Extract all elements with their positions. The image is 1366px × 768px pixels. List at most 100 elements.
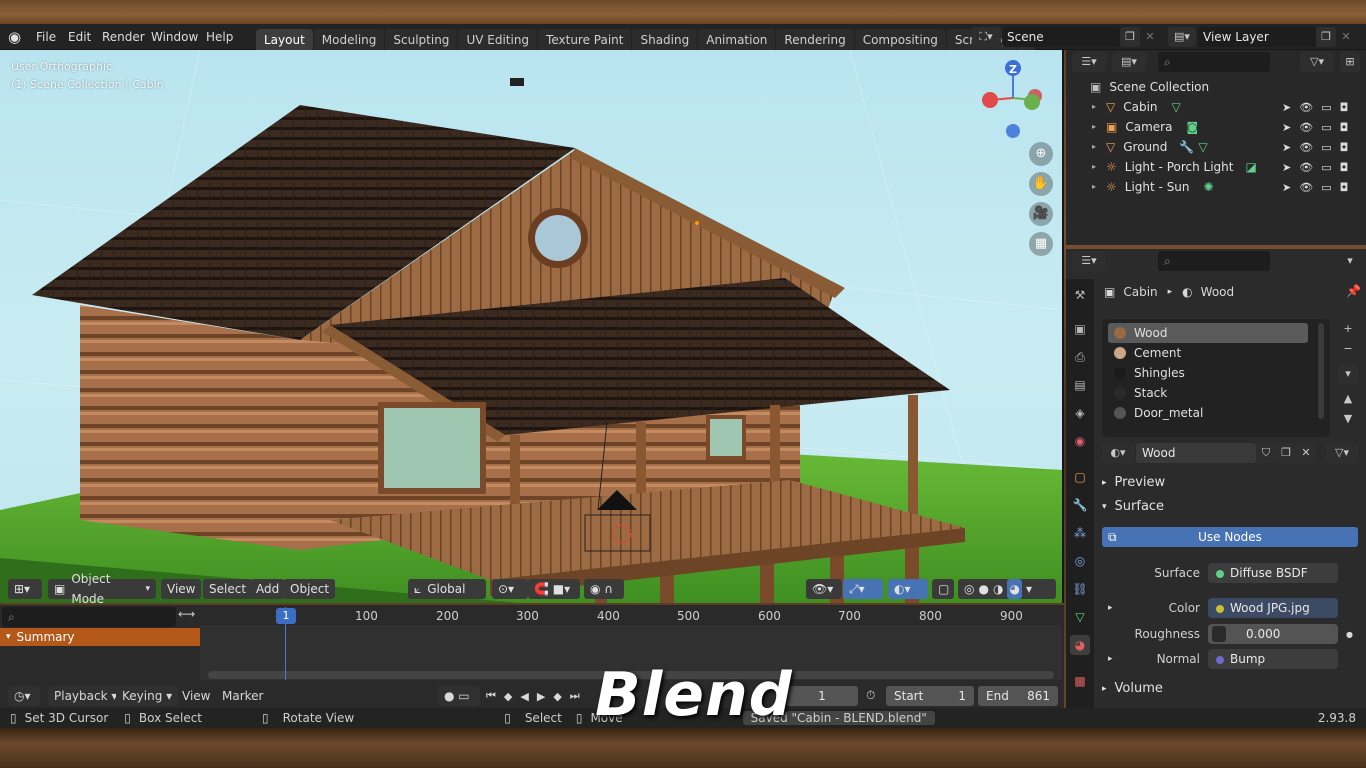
material-slot-shingles[interactable]: Shingles bbox=[1108, 363, 1308, 383]
keying-menu[interactable]: Keying ▾ bbox=[116, 686, 179, 706]
duplicate-material-icon[interactable]: ❐ bbox=[1276, 443, 1296, 463]
tab-texture-paint[interactable]: Texture Paint bbox=[538, 29, 632, 51]
grid-ortho-icon[interactable]: ▦ bbox=[1029, 232, 1053, 256]
proportional-edit-icon[interactable]: ◉ ∩ bbox=[584, 579, 624, 599]
render-camera-icon[interactable]: ◘ bbox=[1340, 161, 1349, 174]
tab-shading[interactable]: Shading bbox=[632, 29, 698, 51]
remove-slot-icon[interactable]: − bbox=[1338, 339, 1358, 359]
timeline-search-input[interactable]: ⌕ bbox=[2, 607, 176, 627]
output-tab-icon[interactable]: ⎙ bbox=[1070, 347, 1090, 367]
physics-tab-icon[interactable]: ◎ bbox=[1070, 551, 1090, 571]
pivot-point-icon[interactable]: ⊙▾ bbox=[492, 579, 528, 599]
current-frame-field[interactable]: 1 bbox=[786, 686, 858, 706]
pan-hand-icon[interactable]: ✋ bbox=[1029, 172, 1053, 196]
material-slot-stack[interactable]: Stack bbox=[1108, 383, 1308, 403]
expand-arrow-icon[interactable]: ▸ bbox=[1108, 654, 1113, 664]
properties-options-icon[interactable]: ▾ bbox=[1340, 251, 1360, 271]
unlink-material-icon[interactable]: ✕ bbox=[1296, 443, 1316, 463]
new-collection-icon[interactable]: ⊞ bbox=[1340, 52, 1360, 72]
roughness-field[interactable]: 0.000 bbox=[1208, 624, 1338, 644]
prev-keyframe-icon[interactable]: ◆ bbox=[504, 690, 512, 703]
preview-panel-header[interactable]: ▸ Preview bbox=[1102, 472, 1360, 494]
stopwatch-icon[interactable]: ⏱ bbox=[866, 688, 875, 703]
object-mode-dropdown[interactable]: ▣ Object Mode ▾ bbox=[48, 572, 156, 603]
scene-name-field[interactable]: Scene bbox=[1002, 27, 1120, 47]
move-slot-down-icon[interactable]: ▼ bbox=[1338, 409, 1358, 429]
menu-file[interactable]: File bbox=[30, 24, 62, 50]
visibility-eye-icon[interactable]: 👁 bbox=[1299, 181, 1313, 194]
surface-panel-header[interactable]: ▾ Surface bbox=[1102, 496, 1360, 518]
world-tab-icon[interactable]: ◉ bbox=[1070, 431, 1090, 451]
pin-icon[interactable]: 📌 bbox=[1346, 284, 1361, 298]
playback-menu[interactable]: Playback ▾ bbox=[48, 686, 124, 706]
viewport-display-icon[interactable]: ▭ bbox=[1321, 101, 1331, 114]
selectable-icon[interactable]: ➤ bbox=[1282, 141, 1291, 154]
menu-edit[interactable]: Edit bbox=[62, 24, 97, 50]
timeline-marker-menu[interactable]: Marker bbox=[216, 686, 269, 706]
swap-arrows-icon[interactable]: ⟷ bbox=[178, 607, 195, 621]
tab-sculpting[interactable]: Sculpting bbox=[385, 29, 458, 51]
fake-user-shield-icon[interactable]: ⛉ bbox=[1256, 443, 1276, 463]
move-slot-up-icon[interactable]: ▲ bbox=[1338, 389, 1358, 409]
end-frame-field[interactable]: End 861 bbox=[978, 686, 1058, 706]
menu-render[interactable]: Render bbox=[96, 24, 151, 50]
play-reverse-icon[interactable]: ◀ bbox=[520, 690, 528, 703]
normal-field[interactable]: Bump bbox=[1208, 649, 1338, 669]
volume-panel-header[interactable]: ▸ Volume bbox=[1102, 678, 1360, 700]
timeline-view-menu[interactable]: View bbox=[176, 686, 216, 706]
properties-search-input[interactable]: ⌕ bbox=[1158, 251, 1270, 271]
tab-uv-editing[interactable]: UV Editing bbox=[458, 29, 538, 51]
display-mode-icon[interactable]: ▤▾ bbox=[1112, 52, 1146, 72]
next-keyframe-icon[interactable]: ◆ bbox=[553, 690, 561, 703]
selectable-icon[interactable]: ➤ bbox=[1282, 101, 1291, 114]
material-shading-icon[interactable]: ◑ bbox=[993, 579, 1003, 599]
tab-layout[interactable]: Layout bbox=[256, 29, 313, 51]
particles-tab-icon[interactable]: ⁂ bbox=[1070, 523, 1090, 543]
outliner-editor-type-icon[interactable]: ☰▾ bbox=[1072, 52, 1106, 72]
tool-tab-icon[interactable]: ⚒ bbox=[1070, 285, 1090, 305]
properties-editor-type-icon[interactable]: ☰▾ bbox=[1072, 251, 1106, 271]
data-tab-icon[interactable]: ▽ bbox=[1070, 607, 1090, 627]
object-tab-icon[interactable]: ▢ bbox=[1070, 467, 1090, 487]
xray-toggle-icon[interactable]: ▢ bbox=[932, 579, 954, 599]
selectable-icon[interactable]: ➤ bbox=[1282, 161, 1291, 174]
slots-scrollbar[interactable] bbox=[1318, 323, 1324, 419]
material-tab-icon[interactable]: ◕ bbox=[1070, 635, 1090, 655]
menu-window[interactable]: Window bbox=[145, 24, 204, 50]
visibility-icon[interactable]: 👁▾ bbox=[806, 579, 842, 599]
menu-help[interactable]: Help bbox=[200, 24, 239, 50]
solid-shading-icon[interactable]: ● bbox=[978, 579, 988, 599]
view-layer-tab-icon[interactable]: ▤ bbox=[1070, 375, 1090, 395]
tab-animation[interactable]: Animation bbox=[698, 29, 776, 51]
viewport-menu-add[interactable]: Add bbox=[250, 579, 286, 599]
visibility-eye-icon[interactable]: 👁 bbox=[1299, 121, 1313, 134]
start-frame-field[interactable]: Start 1 bbox=[886, 686, 974, 706]
scene-tab-icon[interactable]: ◈ bbox=[1070, 403, 1090, 423]
view-layer-field[interactable]: View Layer bbox=[1198, 27, 1316, 47]
outliner-root-row[interactable]: ▣ Scene Collection bbox=[1066, 77, 1366, 97]
expand-arrow-icon[interactable]: ▸ bbox=[1092, 117, 1096, 137]
camera-view-icon[interactable]: 🎥 bbox=[1029, 202, 1053, 226]
snap-toggle-icon[interactable]: 🧲 ■▾ bbox=[528, 579, 580, 599]
filter-icon[interactable]: ▽▾ bbox=[1300, 52, 1334, 72]
slot-specials-icon[interactable]: ▾ bbox=[1338, 364, 1358, 384]
render-camera-icon[interactable]: ◘ bbox=[1340, 141, 1349, 154]
viewport-display-icon[interactable]: ▭ bbox=[1321, 141, 1331, 154]
viewport-menu-view[interactable]: View bbox=[161, 579, 202, 599]
viewport-display-icon[interactable]: ▭ bbox=[1321, 161, 1331, 174]
add-slot-icon[interactable]: + bbox=[1338, 319, 1358, 339]
copy-scene-icon[interactable]: ❐ bbox=[1120, 27, 1140, 47]
overlay-toggle-icon[interactable]: ◐▾ bbox=[888, 579, 928, 599]
tab-compositing[interactable]: Compositing bbox=[854, 29, 946, 51]
jump-start-icon[interactable]: ⏮ bbox=[486, 689, 496, 703]
expand-arrow-icon[interactable]: ▸ bbox=[1092, 97, 1096, 117]
copy-view-layer-icon[interactable]: ❐ bbox=[1316, 27, 1336, 47]
use-nodes-button[interactable]: ⧉ Use Nodes bbox=[1102, 527, 1358, 547]
material-slot-wood[interactable]: Wood bbox=[1108, 323, 1308, 343]
timeline-editor-type-icon[interactable]: ◷▾ bbox=[8, 686, 40, 706]
visibility-eye-icon[interactable]: 👁 bbox=[1299, 141, 1313, 154]
material-slot-door-metal[interactable]: Door_metal bbox=[1108, 403, 1308, 423]
material-name-field[interactable]: Wood bbox=[1136, 443, 1256, 463]
viewport-display-icon[interactable]: ▭ bbox=[1321, 121, 1331, 134]
visibility-eye-icon[interactable]: 👁 bbox=[1299, 101, 1313, 114]
